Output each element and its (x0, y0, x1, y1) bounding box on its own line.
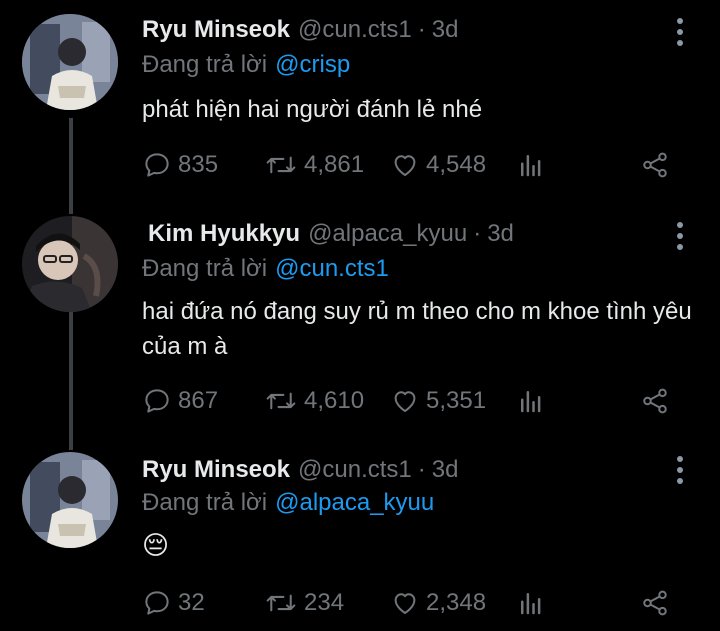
handle[interactable]: @cun.cts1 (298, 12, 412, 48)
reply-mention[interactable]: @crisp (275, 51, 350, 78)
reply-mention[interactable]: @cun.cts1 (275, 255, 389, 282)
reply-mention[interactable]: @alpaca_kyuu (275, 489, 434, 516)
like-button[interactable]: 4,548 (390, 148, 486, 182)
reply-count: 867 (178, 387, 219, 414)
tweet-text: 😔 (142, 530, 170, 560)
tweet[interactable]: Ryu Minseok @cun.cts1 · 3d Đang trả lời @… (0, 0, 720, 200)
like-count: 2,348 (426, 589, 487, 616)
reply-icon (145, 591, 169, 615)
avatar-image (22, 14, 118, 110)
reply-button[interactable]: 835 (142, 148, 218, 182)
tweet-actions: 835 4,861 4,548 (142, 148, 682, 182)
share-icon (643, 152, 667, 178)
stats-icon (521, 593, 541, 615)
retweet-count: 234 (304, 589, 345, 616)
retweet-count: 4,610 (304, 387, 365, 414)
tweet-header: Kim Hyukkyu @alpaca_kyuu · 3d (148, 216, 514, 252)
reply-count: 32 (178, 589, 205, 616)
reply-prefix: Đang trả lời (142, 255, 268, 282)
tweet-thread: Ryu Minseok @cun.cts1 · 3d Đang trả lời @… (0, 0, 720, 631)
tweet-text: hai đứa nó đang suy rủ m theo cho m khoe… (142, 298, 692, 360)
stats-button[interactable] (516, 384, 546, 418)
display-name[interactable]: Ryu Minseok (142, 452, 290, 488)
stats-icon (521, 155, 541, 177)
avatar-image (22, 452, 118, 548)
share-button[interactable] (638, 384, 672, 418)
avatar[interactable] (22, 216, 118, 312)
reply-count: 835 (178, 151, 219, 178)
separator-dot: · (473, 220, 482, 247)
reply-context: Đang trả lời @alpaca_kyuu (142, 486, 434, 520)
stats-icon (521, 391, 541, 413)
display-name[interactable]: Kim Hyukkyu (148, 216, 300, 252)
retweet-icon (266, 594, 296, 612)
tweet-header: Ryu Minseok @cun.cts1 · 3d (142, 12, 458, 48)
display-name[interactable]: Ryu Minseok (142, 12, 290, 48)
avatar[interactable] (22, 452, 118, 548)
reply-prefix: Đang trả lời (142, 51, 268, 78)
timestamp[interactable]: 3d (432, 12, 459, 48)
reply-button[interactable]: 32 (142, 586, 205, 620)
share-icon (643, 590, 667, 616)
tweet-actions: 32 234 2,348 (142, 586, 682, 620)
more-icon[interactable] (674, 222, 686, 250)
tweet-header: Ryu Minseok @cun.cts1 · 3d (142, 452, 458, 488)
like-icon (394, 391, 416, 412)
more-icon[interactable] (674, 18, 686, 46)
handle[interactable]: @cun.cts1 (298, 452, 412, 488)
more-icon[interactable] (674, 456, 686, 484)
share-button[interactable] (638, 586, 672, 620)
timestamp[interactable]: 3d (487, 216, 514, 252)
share-icon (643, 388, 667, 414)
stats-button[interactable] (516, 586, 546, 620)
timestamp[interactable]: 3d (432, 452, 459, 488)
reply-icon (145, 153, 169, 177)
like-button[interactable]: 2,348 (390, 586, 486, 620)
stats-button[interactable] (516, 148, 546, 182)
retweet-icon (266, 392, 296, 410)
tweet-text: phát hiện hai người đánh lẻ nhé (142, 96, 483, 123)
retweet-count: 4,861 (304, 151, 365, 178)
like-count: 5,351 (426, 387, 487, 414)
like-count: 4,548 (426, 151, 487, 178)
reply-button[interactable]: 867 (142, 384, 218, 418)
separator-dot: · (417, 16, 426, 43)
retweet-button[interactable]: 4,610 (264, 384, 364, 418)
reply-context: Đang trả lời @cun.cts1 (142, 252, 389, 286)
reply-icon (145, 389, 169, 413)
retweet-icon (266, 156, 296, 174)
share-button[interactable] (638, 148, 672, 182)
avatar-image (22, 216, 118, 312)
tweet-actions: 867 4,610 5,351 (142, 384, 682, 418)
retweet-button[interactable]: 4,861 (264, 148, 364, 182)
retweet-button[interactable]: 234 (264, 586, 344, 620)
reply-prefix: Đang trả lời (142, 489, 268, 516)
avatar[interactable] (22, 14, 118, 110)
like-button[interactable]: 5,351 (390, 384, 486, 418)
reply-context: Đang trả lời @crisp (142, 48, 350, 82)
tweet[interactable]: Ryu Minseok @cun.cts1 · 3d Đang trả lời @… (0, 452, 720, 631)
like-icon (394, 155, 416, 176)
tweet[interactable]: Kim Hyukkyu @alpaca_kyuu · 3d Đang trả l… (0, 216, 720, 436)
like-icon (394, 593, 416, 614)
handle[interactable]: @alpaca_kyuu (308, 216, 467, 252)
separator-dot: · (417, 456, 426, 483)
